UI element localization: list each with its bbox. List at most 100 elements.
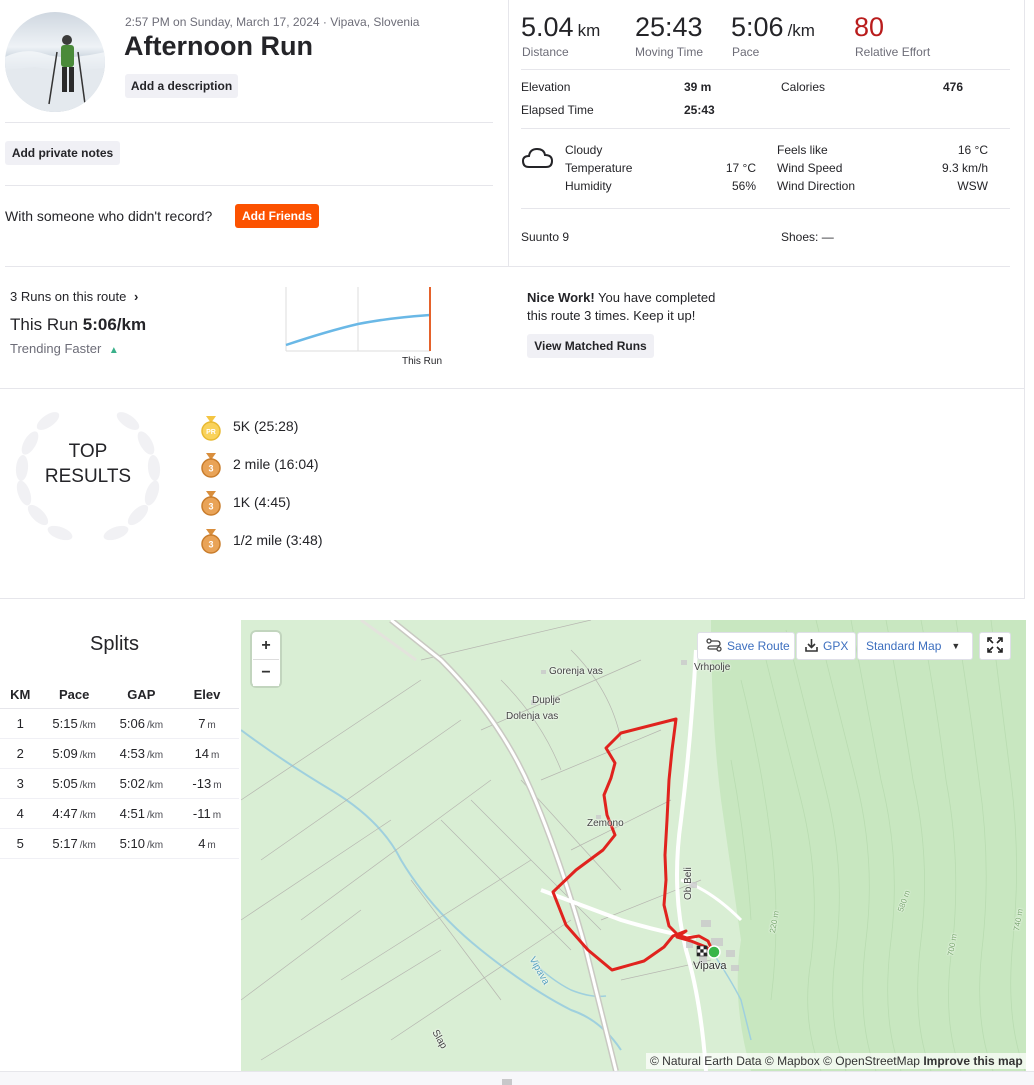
svg-text:3: 3 bbox=[208, 464, 213, 474]
chevron-right-icon: › bbox=[133, 289, 139, 304]
split-elev-unit: m bbox=[213, 779, 222, 791]
table-row[interactable]: 5 5:17/km 5:10/km 4 m bbox=[0, 828, 239, 859]
resize-handle-icon[interactable] bbox=[502, 1073, 512, 1085]
bronze-medal-icon: 3 bbox=[201, 491, 221, 517]
nice-work-heading: Nice Work! bbox=[527, 290, 595, 305]
street-label: Ob Beli bbox=[683, 867, 694, 900]
wind-speed-label: Wind Speed bbox=[777, 161, 843, 175]
col-pace: Pace bbox=[40, 681, 108, 709]
split-elev-unit: m bbox=[211, 749, 220, 761]
distance-unit: km bbox=[577, 21, 601, 40]
split-elev-value: 7 bbox=[198, 715, 206, 731]
splits-table: KM Pace GAP Elev 1 5:15/km 5:06/km 7 m 2 5:09… bbox=[0, 681, 239, 859]
activity-page: 2:57 PM on Sunday, March 17, 2024 · Vipa… bbox=[0, 0, 1034, 1085]
this-run-label: This Run bbox=[10, 315, 79, 334]
add-description-button[interactable]: Add a description bbox=[125, 74, 238, 98]
distance-number: 5.04 bbox=[521, 12, 574, 42]
svg-text:PR: PR bbox=[206, 429, 216, 436]
top-result-item[interactable]: 1K (4:45) bbox=[233, 494, 291, 510]
split-gap: 5:02/km bbox=[107, 768, 175, 799]
route-icon bbox=[706, 637, 722, 655]
table-row[interactable]: 4 4:47/km 4:51/km -11 m bbox=[0, 798, 239, 829]
split-gap-value: 5:02 bbox=[119, 775, 145, 791]
split-pace-unit: /km bbox=[79, 749, 96, 761]
activity-meta: 2:57 PM on Sunday, March 17, 2024 · Vipa… bbox=[125, 15, 420, 29]
this-run-pace-value: 5:06/km bbox=[82, 315, 147, 334]
save-route-label: Save Route bbox=[727, 639, 790, 653]
split-pace: 5:09/km bbox=[40, 738, 108, 769]
split-elev-unit: m bbox=[207, 839, 216, 851]
map-canvas bbox=[241, 620, 1026, 1071]
split-elev: -13 m bbox=[174, 768, 239, 799]
start-marker-icon bbox=[707, 945, 721, 959]
split-elev: 7m bbox=[174, 708, 239, 739]
trend-text: Trending Faster ▲ bbox=[10, 341, 119, 356]
table-row[interactable]: 2 5:09/km 4:53/km 14 m bbox=[0, 738, 239, 769]
top-results-title-line2: RESULTS bbox=[44, 466, 132, 487]
zoom-out-button[interactable]: − bbox=[253, 660, 279, 686]
distance-value: 5.04 km bbox=[521, 12, 600, 43]
map-style-select[interactable]: Standard Map ▼ bbox=[857, 632, 973, 660]
add-friends-button[interactable]: Add Friends bbox=[235, 204, 319, 228]
split-elev-value: 4 bbox=[198, 835, 206, 851]
nice-work-text: Nice Work! You have completed this route… bbox=[527, 289, 715, 325]
relative-effort-value[interactable]: 80 bbox=[854, 12, 884, 43]
split-pace: 4:47/km bbox=[40, 798, 108, 829]
map-style-label: Standard Map bbox=[866, 639, 942, 653]
top-results-title: TOP RESULTS bbox=[28, 439, 148, 489]
table-row[interactable]: 1 5:15/km 5:06/km 7 m bbox=[0, 708, 239, 739]
split-pace-value: 5:15 bbox=[52, 715, 78, 731]
elevation-value: 39 m bbox=[684, 80, 712, 94]
elapsed-time-label: Elapsed Time bbox=[521, 103, 594, 117]
split-gap: 5:06/km bbox=[107, 708, 175, 739]
relative-effort-label: Relative Effort bbox=[855, 45, 931, 59]
top-result-item[interactable]: 1/2 mile (3:48) bbox=[233, 532, 322, 548]
calories-value: 476 bbox=[943, 80, 964, 94]
activity-title: Afternoon Run bbox=[124, 31, 313, 61]
col-elev: Elev bbox=[174, 681, 239, 709]
pr-medal-icon: PR bbox=[201, 416, 221, 442]
zoom-in-button[interactable]: + bbox=[253, 633, 279, 659]
humidity-value: 56% bbox=[731, 179, 756, 193]
runs-on-route-link[interactable]: 3 Runs on this route › bbox=[10, 289, 138, 304]
view-matched-runs-button[interactable]: View Matched Runs bbox=[527, 334, 654, 358]
finish-flag-icon bbox=[696, 945, 708, 957]
split-km: 4 bbox=[0, 798, 41, 829]
gpx-download-button[interactable]: GPX bbox=[796, 632, 856, 660]
trend-up-icon: ▲ bbox=[108, 345, 119, 356]
split-pace-unit: /km bbox=[79, 779, 96, 791]
split-gap-value: 4:51 bbox=[119, 805, 145, 821]
add-private-notes-button[interactable]: Add private notes bbox=[5, 141, 120, 165]
save-route-button[interactable]: Save Route bbox=[697, 632, 795, 660]
moving-time-label: Moving Time bbox=[635, 45, 704, 59]
split-km: 1 bbox=[0, 708, 41, 739]
split-pace-value: 5:09 bbox=[52, 745, 78, 761]
map-attribution: © Natural Earth Data © Mapbox © OpenStre… bbox=[646, 1053, 1027, 1069]
split-elev-value: -11 bbox=[192, 805, 211, 821]
avatar-photo bbox=[5, 35, 105, 112]
improve-map-link[interactable]: Improve this map bbox=[923, 1054, 1022, 1068]
svg-text:3: 3 bbox=[208, 502, 213, 512]
split-km: 2 bbox=[0, 738, 41, 769]
calories-label: Calories bbox=[781, 80, 826, 94]
weather-condition: Cloudy bbox=[565, 143, 603, 157]
table-row[interactable]: 3 5:05/km 5:02/km -13 m bbox=[0, 768, 239, 799]
place-label: Gorenja vas bbox=[549, 666, 603, 677]
route-map[interactable]: Gorenja vas Vrhpolje Duplje Dolenja vas … bbox=[241, 620, 1026, 1071]
with-someone-text: With someone who didn't record? bbox=[5, 208, 213, 224]
moving-time-value: 25:43 bbox=[635, 12, 703, 42]
shoes-text: Shoes: — bbox=[781, 230, 834, 244]
split-pace: 5:15/km bbox=[40, 708, 108, 739]
top-result-item[interactable]: 5K (25:28) bbox=[233, 418, 298, 434]
place-label: Vipava bbox=[693, 960, 727, 972]
caret-down-icon: ▼ bbox=[951, 641, 961, 651]
place-label: Vrhpolje bbox=[694, 662, 731, 673]
wind-direction-label: Wind Direction bbox=[777, 179, 856, 193]
pace-unit: /km bbox=[787, 21, 815, 40]
cloud-icon bbox=[521, 144, 555, 170]
split-pace: 5:05/km bbox=[40, 768, 108, 799]
split-km: 5 bbox=[0, 828, 41, 859]
avatar[interactable] bbox=[5, 12, 105, 112]
top-result-item[interactable]: 2 mile (16:04) bbox=[233, 456, 319, 472]
fullscreen-button[interactable] bbox=[979, 632, 1011, 660]
